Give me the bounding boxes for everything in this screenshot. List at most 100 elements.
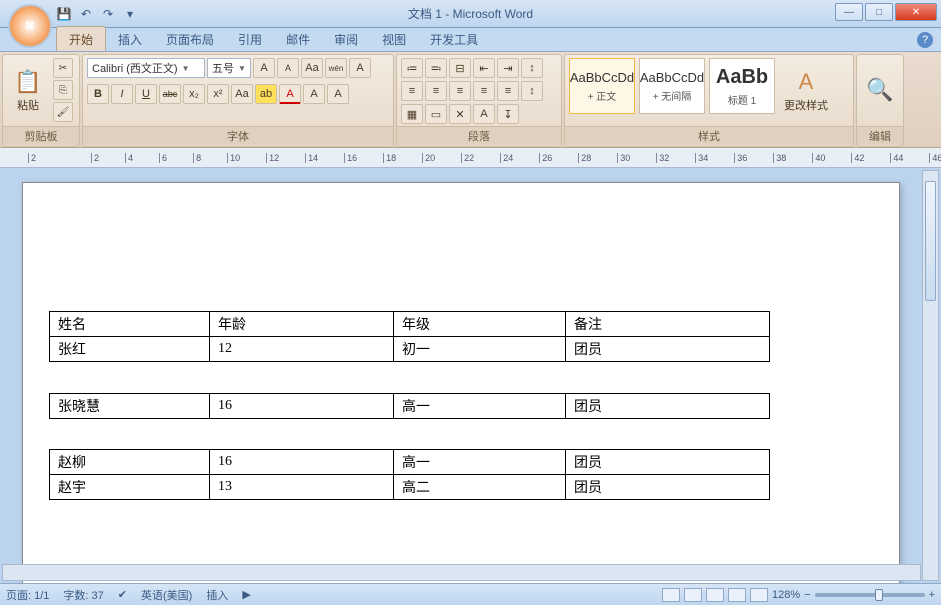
status-mode[interactable]: 插入 bbox=[206, 587, 228, 603]
table-cell[interactable]: 张晓慧 bbox=[50, 394, 210, 419]
table-cell[interactable]: 年龄 bbox=[210, 312, 394, 337]
table-cell[interactable]: 张红 bbox=[50, 337, 210, 362]
qat-more-icon[interactable]: ▾ bbox=[122, 6, 138, 22]
bullets-button[interactable]: ≔ bbox=[401, 58, 423, 78]
tab-mailings[interactable]: 邮件 bbox=[274, 27, 322, 51]
view-web-button[interactable] bbox=[706, 588, 724, 602]
style-nospacing[interactable]: AaBbCcDd+ 无间隔 bbox=[639, 58, 705, 114]
zoom-in-button[interactable]: + bbox=[929, 589, 935, 601]
close-button[interactable]: ✕ bbox=[895, 3, 937, 21]
tab-developer[interactable]: 开发工具 bbox=[418, 27, 490, 51]
redo-icon[interactable]: ↷ bbox=[100, 6, 116, 22]
tab-review[interactable]: 审阅 bbox=[322, 27, 370, 51]
table-cell[interactable]: 12 bbox=[210, 337, 394, 362]
zoom-thumb[interactable] bbox=[875, 589, 883, 601]
table-cell[interactable]: 赵宇 bbox=[50, 475, 210, 500]
paste-button[interactable]: 📋粘贴 bbox=[7, 58, 49, 124]
align-left-button[interactable]: ≡ bbox=[401, 81, 423, 101]
save-icon[interactable]: 💾 bbox=[56, 6, 72, 22]
bold-button[interactable]: B bbox=[87, 84, 109, 104]
tab-insert[interactable]: 插入 bbox=[106, 27, 154, 51]
doc-table-3[interactable]: 赵柳16高一团员赵宇13高二团员 bbox=[49, 449, 770, 500]
indent-dec-button[interactable]: ⇤ bbox=[473, 58, 495, 78]
para-x-button[interactable]: ✕ bbox=[449, 104, 471, 124]
tab-home[interactable]: 开始 bbox=[56, 26, 106, 51]
status-language[interactable]: 英语(美国) bbox=[141, 587, 192, 603]
clear-format-button[interactable]: Aa bbox=[301, 58, 323, 78]
table-cell[interactable]: 高一 bbox=[394, 394, 566, 419]
view-print-button[interactable] bbox=[662, 588, 680, 602]
borders-button[interactable]: ▭ bbox=[425, 104, 447, 124]
table-cell[interactable]: 16 bbox=[210, 450, 394, 475]
strike-button[interactable]: abc bbox=[159, 84, 181, 104]
table-cell[interactable]: 高二 bbox=[394, 475, 566, 500]
changecase-button[interactable]: Aa bbox=[231, 84, 253, 104]
numbering-button[interactable]: ≕ bbox=[425, 58, 447, 78]
view-draft-button[interactable] bbox=[750, 588, 768, 602]
change-styles-button[interactable]: A更改样式 bbox=[779, 58, 833, 124]
char-box-button[interactable]: A bbox=[303, 84, 325, 104]
table-cell[interactable]: 初一 bbox=[394, 337, 566, 362]
table-cell[interactable]: 高一 bbox=[394, 450, 566, 475]
table-cell[interactable]: 团员 bbox=[566, 337, 770, 362]
zoom-level[interactable]: 128% bbox=[772, 589, 800, 601]
char-circle-button[interactable]: A bbox=[327, 84, 349, 104]
table-cell[interactable]: 备注 bbox=[566, 312, 770, 337]
horizontal-scrollbar[interactable] bbox=[2, 564, 921, 581]
italic-button[interactable]: I bbox=[111, 84, 133, 104]
align-dist-button[interactable]: ≡ bbox=[497, 81, 519, 101]
status-proof-icon[interactable]: ✔ bbox=[118, 588, 127, 601]
vertical-scrollbar[interactable] bbox=[922, 170, 939, 581]
style-normal[interactable]: AaBbCcDd+ 正文 bbox=[569, 58, 635, 114]
shading-button[interactable]: ▦ bbox=[401, 104, 423, 124]
table-cell[interactable]: 年级 bbox=[394, 312, 566, 337]
status-page[interactable]: 页面: 1/1 bbox=[6, 587, 49, 603]
style-heading1[interactable]: AaBb标题 1 bbox=[709, 58, 775, 114]
doc-table-2[interactable]: 张晓慧16高一团员 bbox=[49, 393, 770, 419]
phonetic-button[interactable]: wén bbox=[325, 58, 347, 78]
table-cell[interactable]: 13 bbox=[210, 475, 394, 500]
multilevel-button[interactable]: ⊟ bbox=[449, 58, 471, 78]
help-icon[interactable]: ? bbox=[917, 32, 933, 48]
status-words[interactable]: 字数: 37 bbox=[63, 587, 103, 603]
view-fullscreen-button[interactable] bbox=[684, 588, 702, 602]
char-border-button[interactable]: A bbox=[349, 58, 371, 78]
cut-button[interactable]: ✂ bbox=[53, 58, 73, 78]
editing-button[interactable]: 🔍 bbox=[861, 58, 899, 124]
highlight-button[interactable]: ab bbox=[255, 84, 277, 104]
sort-button[interactable]: ↕ bbox=[521, 58, 543, 78]
line-spacing-button[interactable]: ↕ bbox=[521, 81, 543, 101]
indent-inc-button[interactable]: ⇥ bbox=[497, 58, 519, 78]
para-b-button[interactable]: ↧ bbox=[497, 104, 519, 124]
status-macro-icon[interactable]: ▶ bbox=[242, 588, 250, 601]
align-justify-button[interactable]: ≡ bbox=[473, 81, 495, 101]
table-cell[interactable]: 团员 bbox=[566, 450, 770, 475]
table-cell[interactable]: 赵柳 bbox=[50, 450, 210, 475]
font-family-combo[interactable]: Calibri (西文正文)▼ bbox=[87, 58, 205, 78]
font-color-button[interactable]: A bbox=[279, 84, 301, 104]
view-outline-button[interactable] bbox=[728, 588, 746, 602]
ruler[interactable]: 2246810121416182022242628303234363840424… bbox=[0, 148, 941, 168]
tab-references[interactable]: 引用 bbox=[226, 27, 274, 51]
table-cell[interactable]: 姓名 bbox=[50, 312, 210, 337]
zoom-slider[interactable] bbox=[815, 593, 925, 597]
zoom-out-button[interactable]: − bbox=[804, 589, 810, 601]
doc-table-1[interactable]: 姓名年龄年级备注张红12初一团员 bbox=[49, 311, 770, 362]
font-size-combo[interactable]: 五号▼ bbox=[207, 58, 251, 78]
table-cell[interactable]: 16 bbox=[210, 394, 394, 419]
scrollbar-thumb[interactable] bbox=[925, 181, 936, 301]
tab-view[interactable]: 视图 bbox=[370, 27, 418, 51]
table-cell[interactable]: 团员 bbox=[566, 475, 770, 500]
align-right-button[interactable]: ≡ bbox=[449, 81, 471, 101]
maximize-button[interactable]: □ bbox=[865, 3, 893, 21]
subscript-button[interactable]: x₂ bbox=[183, 84, 205, 104]
office-button[interactable]: ⌘ bbox=[8, 4, 52, 48]
minimize-button[interactable]: — bbox=[835, 3, 863, 21]
page[interactable]: 姓名年龄年级备注张红12初一团员 张晓慧16高一团员 赵柳16高一团员赵宇13高… bbox=[22, 182, 900, 583]
tab-pagelayout[interactable]: 页面布局 bbox=[154, 27, 226, 51]
align-center-button[interactable]: ≡ bbox=[425, 81, 447, 101]
undo-icon[interactable]: ↶ bbox=[78, 6, 94, 22]
para-a-button[interactable]: A bbox=[473, 104, 495, 124]
superscript-button[interactable]: x² bbox=[207, 84, 229, 104]
shrink-font-button[interactable]: A bbox=[277, 58, 299, 78]
